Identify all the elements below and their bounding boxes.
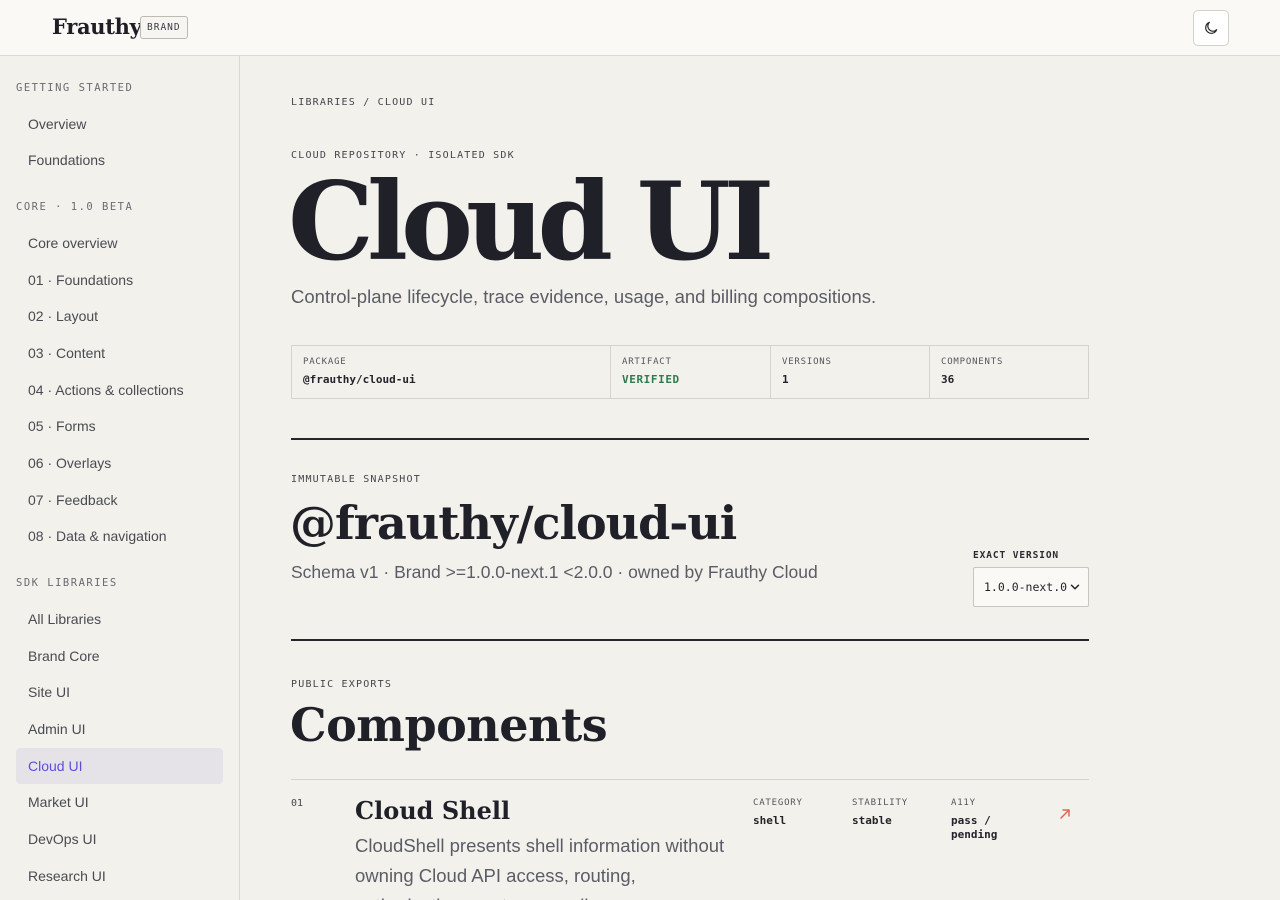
component-description: CloudShell presents shell information wi…: [355, 835, 725, 900]
exact-version-label: EXACT VERSION: [973, 550, 1060, 561]
components-heading: Components: [290, 698, 608, 752]
stability-value: stable: [852, 814, 892, 827]
sidebar-item-research-ui[interactable]: Research UI: [16, 858, 223, 894]
sidebar-item-core-overlays[interactable]: 06 · Overlays: [16, 445, 223, 481]
sidebar-item-core-content[interactable]: 03 · Content: [16, 335, 223, 371]
exports-eyebrow: PUBLIC EXPORTS: [291, 679, 393, 690]
version-select[interactable]: 1.0.0-next.0: [973, 567, 1089, 607]
component-a11y: A11Y pass / pending: [951, 798, 1021, 842]
snapshot-eyebrow: IMMUTABLE SNAPSHOT: [291, 474, 421, 485]
meta-components-label: COMPONENTS: [941, 357, 1004, 367]
moon-icon: [1205, 21, 1218, 34]
meta-components: COMPONENTS 36: [930, 346, 1088, 398]
sidebar-item-admin-ui[interactable]: Admin UI: [16, 711, 223, 747]
meta-package-value: @frauthy/cloud-ui: [303, 373, 416, 386]
breadcrumb: LIBRARIES / CLOUD UI: [291, 97, 436, 108]
chevron-down-icon: [1070, 584, 1080, 590]
package-subtitle: Schema v1 · Brand >=1.0.0-next.1 <2.0.0 …: [291, 562, 818, 582]
meta-package-label: PACKAGE: [303, 357, 347, 367]
meta-artifact-status: VERIFIED: [622, 373, 680, 386]
sidebar-item-site-ui[interactable]: Site UI: [16, 674, 223, 710]
brand-logo[interactable]: Frauthy: [52, 14, 142, 39]
meta-components-value: 36: [941, 373, 955, 386]
meta-versions-label: VERSIONS: [782, 357, 832, 367]
category-value: shell: [753, 814, 787, 827]
meta-versions: VERSIONS 1: [771, 346, 930, 398]
sidebar-item-market-ui[interactable]: Market UI: [16, 784, 223, 820]
package-meta-table: PACKAGE @frauthy/cloud-ui ARTIFACT VERIF…: [291, 345, 1089, 399]
sidebar-item-core-data-navigation[interactable]: 08 · Data & navigation: [16, 518, 223, 554]
sidebar: GETTING STARTED Overview Foundations COR…: [0, 56, 240, 900]
sidebar-item-core-feedback[interactable]: 07 · Feedback: [16, 482, 223, 518]
category-label: CATEGORY: [753, 798, 803, 808]
component-stability: STABILITY stable: [852, 798, 908, 828]
row-number: 01: [291, 798, 304, 809]
meta-artifact-label: ARTIFACT: [622, 357, 672, 367]
sidebar-item-core-actions[interactable]: 04 · Actions & collections: [16, 372, 223, 408]
sidebar-heading-sdk-libraries: SDK LIBRARIES: [16, 577, 118, 589]
component-category: CATEGORY shell: [753, 798, 803, 828]
section-divider: [291, 438, 1089, 440]
sidebar-item-overview[interactable]: Overview: [16, 106, 223, 142]
top-bar: Frauthy BRAND: [0, 0, 1280, 56]
sidebar-heading-core: CORE · 1.0 BETA: [16, 201, 134, 213]
page-subtitle: Control-plane lifecycle, trace evidence,…: [291, 286, 877, 307]
a11y-label: A11Y: [951, 798, 976, 808]
page-title: Cloud UI: [288, 159, 774, 285]
sidebar-item-foundations[interactable]: Foundations: [16, 142, 223, 178]
sidebar-item-core-layout[interactable]: 02 · Layout: [16, 298, 223, 334]
meta-package: PACKAGE @frauthy/cloud-ui: [292, 346, 611, 398]
package-title: @frauthy/cloud-ui: [290, 496, 737, 550]
sidebar-item-devops-ui[interactable]: DevOps UI: [16, 821, 223, 857]
version-select-value: 1.0.0-next.0: [984, 580, 1068, 594]
brand-badge: BRAND: [140, 16, 188, 39]
sidebar-item-brand-core[interactable]: Brand Core: [16, 638, 223, 674]
sidebar-item-cloud-ui[interactable]: Cloud UI: [16, 748, 223, 784]
sidebar-item-core-overview[interactable]: Core overview: [16, 225, 223, 261]
meta-artifact: ARTIFACT VERIFIED: [611, 346, 771, 398]
a11y-value: pass / pending: [951, 814, 998, 841]
component-name-link[interactable]: Cloud Shell: [355, 796, 510, 825]
sidebar-item-all-libraries[interactable]: All Libraries: [16, 601, 223, 637]
sidebar-heading-getting-started: GETTING STARTED: [16, 82, 134, 94]
sidebar-item-core-forms[interactable]: 05 · Forms: [16, 408, 223, 444]
sidebar-item-core-foundations[interactable]: 01 · Foundations: [16, 262, 223, 298]
theme-toggle-button[interactable]: [1193, 10, 1229, 46]
section-divider: [291, 639, 1089, 641]
row-divider: [291, 779, 1089, 780]
arrow-up-right-icon[interactable]: [1057, 806, 1073, 822]
meta-versions-value: 1: [782, 373, 789, 386]
stability-label: STABILITY: [852, 798, 908, 808]
